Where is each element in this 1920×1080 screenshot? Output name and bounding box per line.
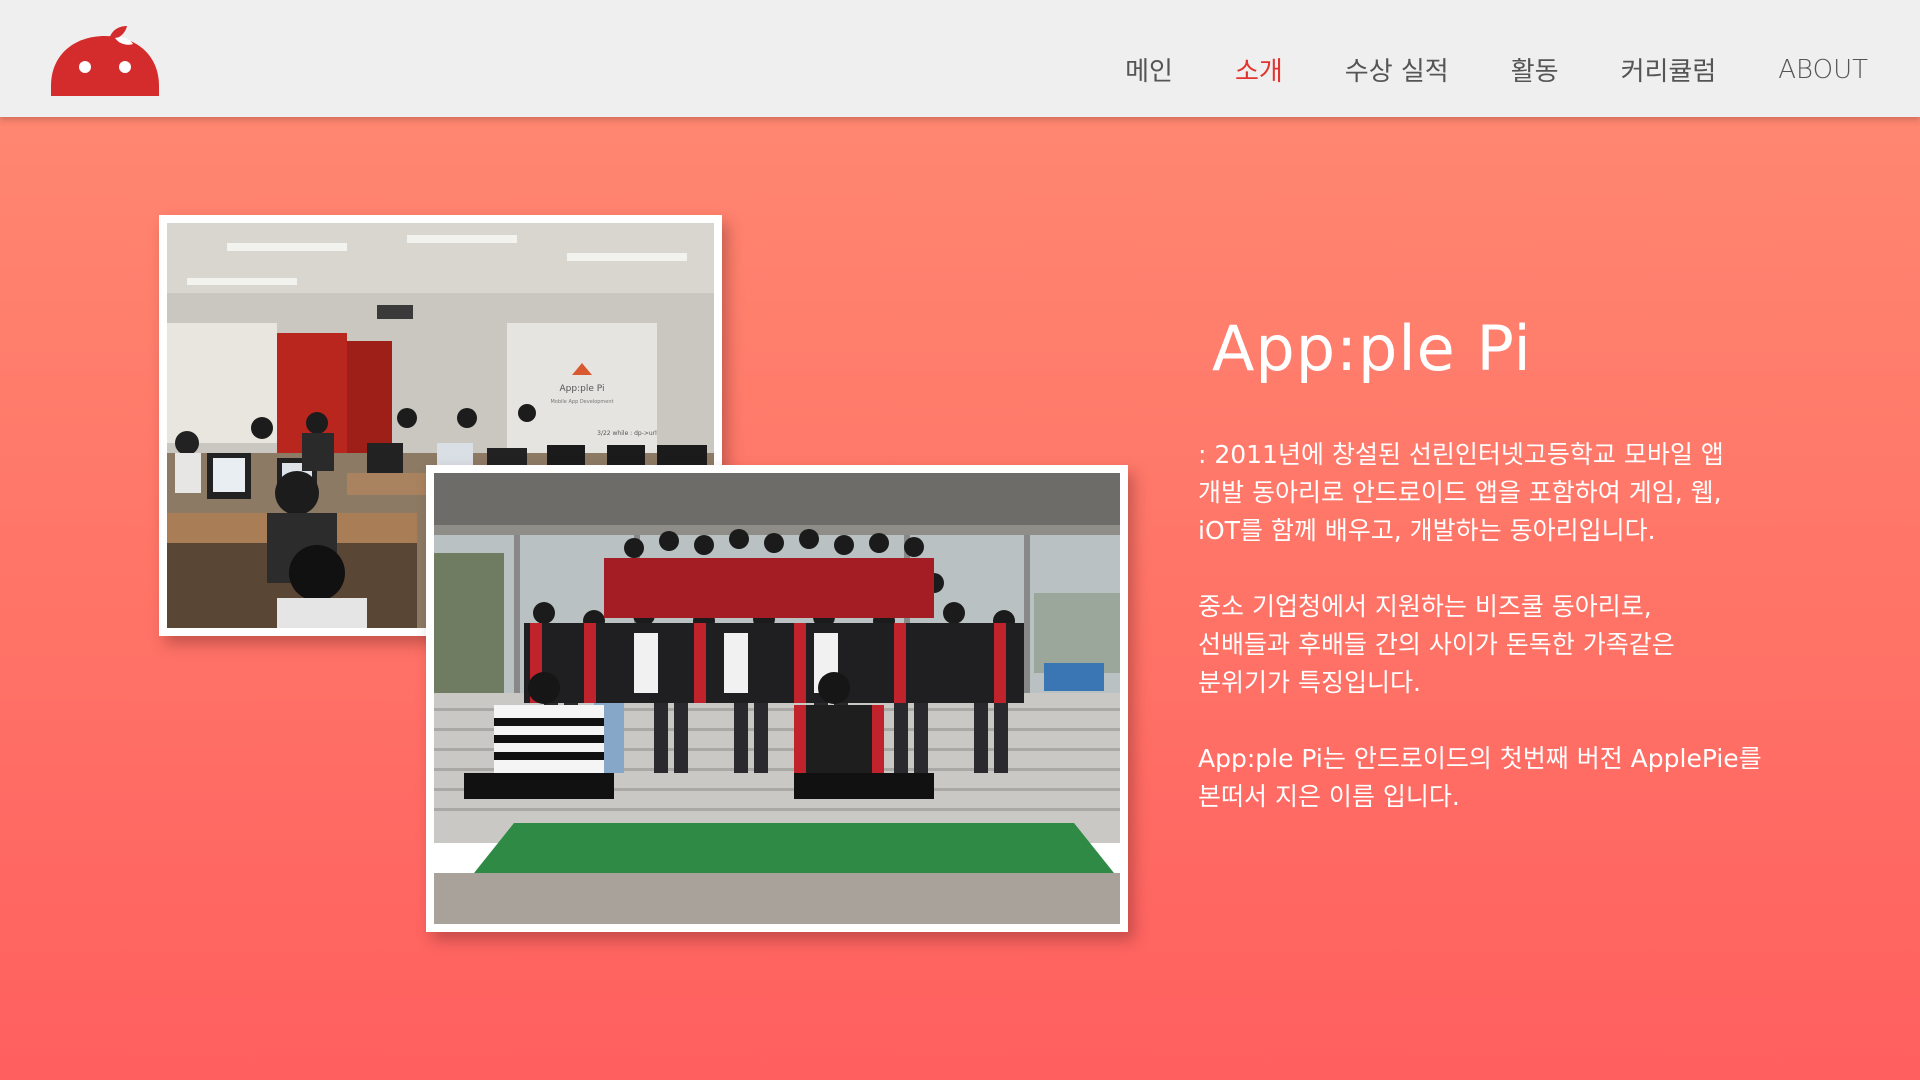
nav-awards[interactable]: 수상 실적 — [1345, 29, 1449, 88]
nav-about[interactable]: ABOUT — [1778, 33, 1868, 85]
intro-line: 분위기가 특징입니다. — [1198, 668, 1421, 697]
intro-paragraph-2: 중소 기업청에서 지원하는 비즈쿨 동아리로, 선배들과 후배들 간의 사이가 … — [1198, 588, 1838, 702]
screen-title: App:ple Pi — [560, 384, 605, 394]
intro-line: 중소 기업청에서 지원하는 비즈쿨 동아리로, — [1198, 592, 1652, 621]
intro-line: App:ple Pi는 안드로이드의 첫번째 버전 ApplePie를 — [1198, 744, 1762, 773]
nav-intro[interactable]: 소개 — [1235, 29, 1283, 88]
intro-description: : 2011년에 창설된 선린인터넷고등학교 모바일 앱 개발 동아리로 안드로… — [1198, 436, 1838, 854]
intro-line: 개발 동아리로 안드로이드 앱을 포함하여 게임, 웹, — [1198, 478, 1722, 507]
screen-subtitle: Mobile App Development — [550, 399, 613, 405]
main-nav: 메인 소개 수상 실적 활동 커리큘럼 ABOUT — [1063, 0, 1868, 117]
intro-line: : 2011년에 창설된 선린인터넷고등학교 모바일 앱 — [1198, 440, 1724, 469]
screen-footer: 3/22 while : dp->url — [597, 430, 657, 437]
intro-paragraph-3: App:ple Pi는 안드로이드의 첫번째 버전 ApplePie를 본떠서 … — [1198, 740, 1838, 816]
apple-pi-logo-icon[interactable] — [49, 24, 161, 96]
intro-title: App:ple Pi — [1212, 312, 1532, 385]
group-photo — [426, 465, 1128, 932]
nav-curriculum[interactable]: 커리큘럼 — [1621, 29, 1717, 88]
nav-activities[interactable]: 활동 — [1511, 29, 1559, 88]
intro-line: iOT를 함께 배우고, 개발하는 동아리입니다. — [1198, 516, 1656, 545]
nav-main[interactable]: 메인 — [1125, 29, 1173, 88]
intro-paragraph-1: : 2011년에 창설된 선린인터넷고등학교 모바일 앱 개발 동아리로 안드로… — [1198, 436, 1838, 550]
top-header: 메인 소개 수상 실적 활동 커리큘럼 ABOUT — [0, 0, 1920, 117]
intro-line: 본떠서 지은 이름 입니다. — [1198, 782, 1460, 811]
intro-line: 선배들과 후배들 간의 사이가 돈독한 가족같은 — [1198, 630, 1675, 659]
